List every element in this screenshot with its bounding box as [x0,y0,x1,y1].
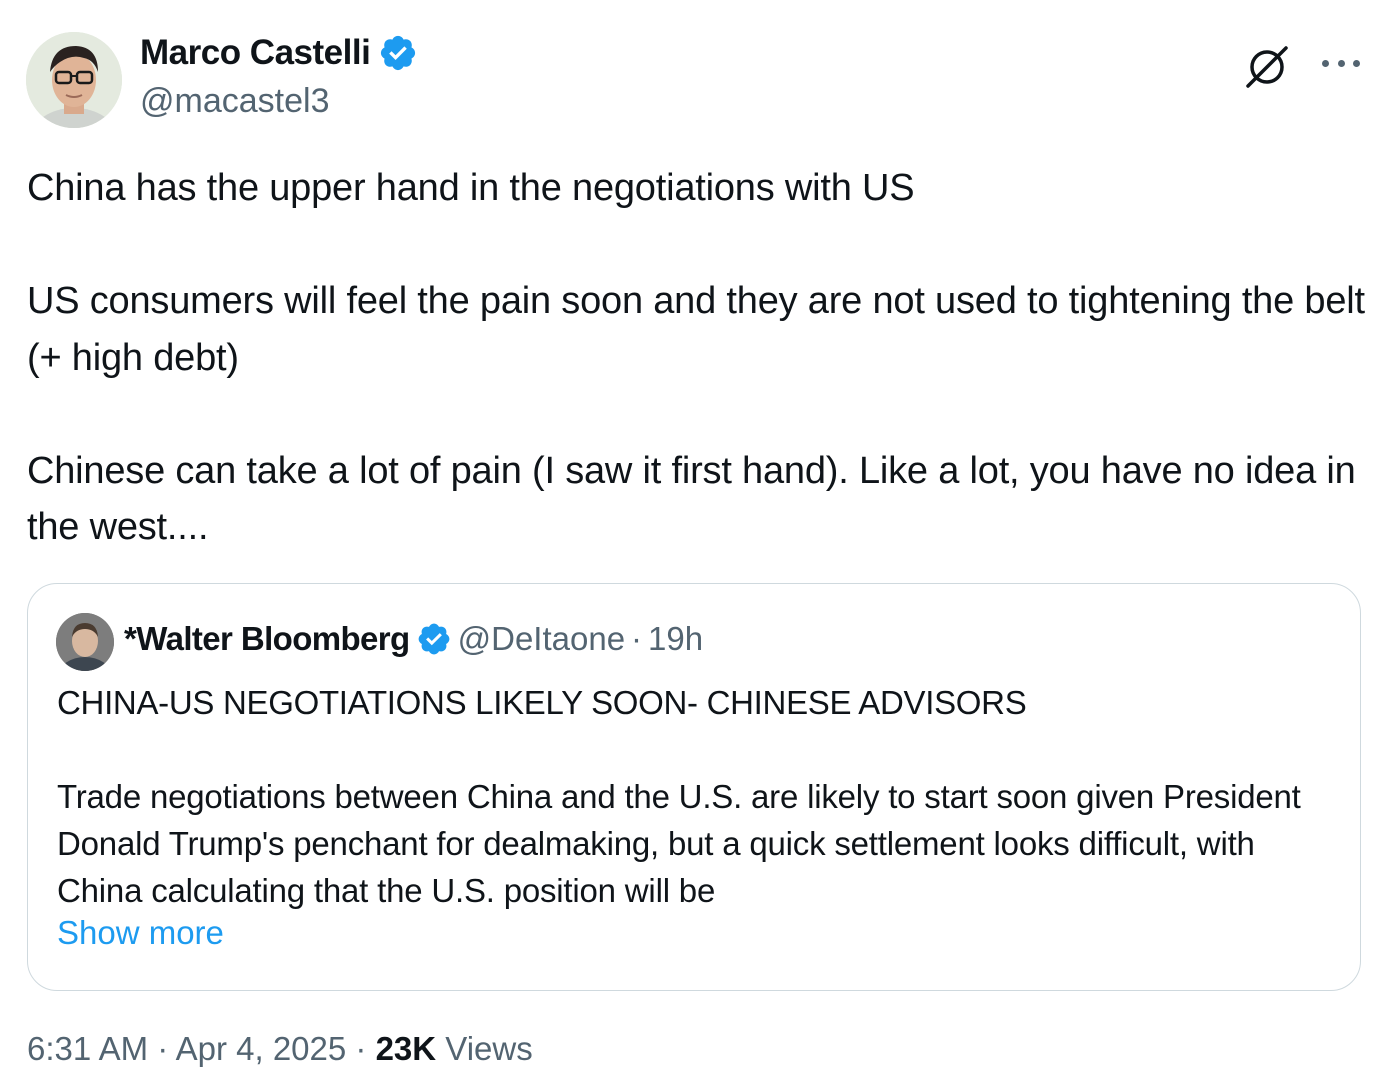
tweet-date[interactable]: Apr 4, 2025 [176,1030,347,1067]
quote-body: Trade negotiations between China and the… [57,778,1301,909]
tweet-paragraph-2: US consumers will feel the pain soon and… [27,280,1365,379]
quote-display-name[interactable]: *Walter Bloomberg [124,620,410,658]
tweet-text: China has the upper hand in the negotiat… [27,160,1367,556]
quote-headline: CHINA-US NEGOTIATIONS LIKELY SOON- CHINE… [57,684,1027,721]
verified-badge-icon [418,623,449,655]
quote-header: *Walter Bloomberg @DeItaone · 19h [124,620,703,658]
more-dot [1322,59,1329,67]
quote-timestamp[interactable]: 19h [648,620,703,658]
views-count: 23K [375,1030,437,1067]
quoted-tweet-card[interactable]: *Walter Bloomberg @DeItaone · 19h CHINA-… [27,583,1361,991]
verified-badge-icon [381,35,416,71]
meta-separator: · [157,1030,169,1067]
meta-separator: · [355,1030,367,1067]
tweet-time[interactable]: 6:31 AM [27,1030,148,1067]
views-label: Views [445,1030,533,1067]
tweet-paragraph-3: Chinese can take a lot of pain (I saw it… [27,449,1356,549]
quote-text: CHINA-US NEGOTIATIONS LIKELY SOON- CHINE… [57,679,1347,914]
author-display-name[interactable]: Marco Castelli [140,33,371,73]
show-more-link[interactable]: Show more [57,914,224,952]
author-handle[interactable]: @macastel3 [140,82,329,121]
tweet-paragraph-1: China has the upper hand in the negotiat… [27,167,915,209]
quote-handle[interactable]: @DeItaone [458,620,625,658]
grok-icon[interactable] [1244,44,1290,90]
more-dot [1353,59,1360,67]
quote-author-avatar[interactable] [56,613,114,671]
more-dot [1337,59,1345,67]
more-options-icon[interactable] [1318,48,1364,78]
author-avatar[interactable] [26,32,122,128]
quote-separator: · [631,620,643,657]
author-name-row[interactable]: Marco Castelli [140,33,418,73]
tweet-meta: 6:31 AM · Apr 4, 2025 · 23K Views [27,1030,533,1068]
